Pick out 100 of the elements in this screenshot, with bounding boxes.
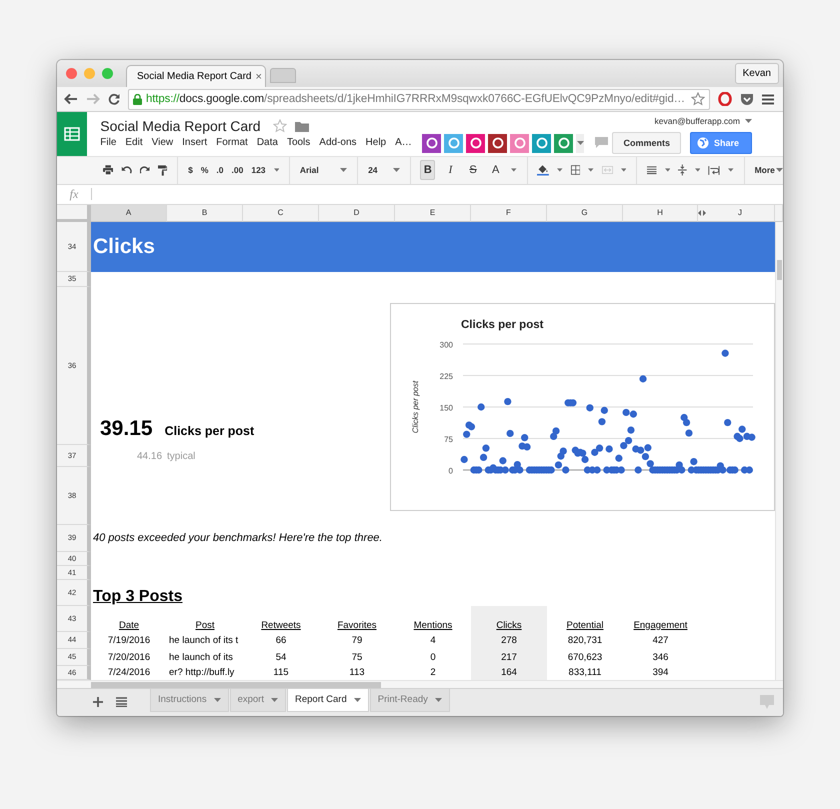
column-header[interactable]: G	[547, 204, 623, 222]
menu-item[interactable]: File	[100, 137, 122, 148]
caret-icon	[620, 168, 626, 172]
number-format-button[interactable]: .0	[216, 165, 224, 176]
caret-icon	[340, 168, 348, 172]
scrollbar-thumb[interactable]	[777, 260, 782, 280]
data-point	[606, 445, 613, 453]
address-field[interactable]: https://docs.google.com/spreadsheets/d/1jkeHmhiIG7RRRxM9sqwxk0766C-EGfUElvQC9PzMnyo/edit#gid…	[128, 88, 710, 110]
folder-icon[interactable]	[294, 120, 309, 132]
tab-close-button[interactable]: ×	[256, 70, 262, 83]
y-tick-label: 300	[440, 340, 453, 350]
number-format-button[interactable]: .00	[232, 165, 244, 176]
add-on-icon[interactable]	[466, 134, 486, 153]
vertical-align-icon[interactable]	[678, 163, 687, 178]
data-point	[506, 430, 514, 438]
menu-item[interactable]: View	[148, 137, 178, 148]
y-tick-label: 75	[444, 434, 453, 444]
merge-cells-icon[interactable]	[602, 165, 613, 176]
table-header-cell-text: Post	[194, 618, 216, 632]
add-on-icon[interactable]	[554, 134, 574, 153]
account-email[interactable]: kevan@bufferapp.com	[654, 116, 752, 126]
data-point	[480, 454, 488, 461]
scroll-arrows-icon[interactable]	[698, 210, 706, 216]
text-wrap-icon[interactable]	[708, 164, 720, 176]
table-cell-text: 820,731	[566, 634, 604, 648]
profile-button[interactable]: Kevan	[734, 63, 779, 84]
column-header[interactable]: F	[471, 204, 547, 222]
tab-title: Social Media Report Card	[137, 71, 252, 82]
table-cell-text: 4	[429, 634, 437, 648]
column-header[interactable]: C	[243, 204, 319, 222]
column-header[interactable]: B	[167, 204, 243, 222]
sheets-logo[interactable]	[57, 112, 88, 156]
caret-icon	[776, 168, 783, 172]
pocket-icon[interactable]	[740, 92, 754, 106]
menu-item[interactable]: Data	[252, 137, 283, 148]
back-icon[interactable]	[64, 93, 78, 106]
data-point	[586, 404, 594, 412]
font-size-dropdown[interactable]: 24	[368, 165, 400, 176]
close-icon[interactable]	[66, 68, 77, 80]
add-sheet-icon[interactable]	[93, 697, 103, 708]
reload-icon[interactable]	[108, 93, 120, 106]
table-cell-text: 670,623	[566, 650, 604, 665]
column-header[interactable]: J	[706, 204, 775, 222]
column-header[interactable]: D	[319, 204, 395, 222]
table-header-cell: Clicks	[471, 606, 547, 632]
star-icon[interactable]	[691, 92, 705, 106]
table-cell-text: 54	[274, 650, 288, 665]
star-icon[interactable]	[272, 119, 287, 134]
comments-button[interactable]: Comments	[612, 132, 681, 154]
add-ons-dropdown[interactable]	[576, 134, 584, 153]
bold-button[interactable]: B	[420, 160, 436, 180]
print-icon[interactable]	[103, 164, 114, 176]
url-text: https://docs.google.com/spreadsheets/d/1jkeHmhiIG7RRRxM9sqwxk0766C-EGfUElvQC9PzMnyo/edit#gid…	[146, 93, 686, 106]
table-cell-text: 394	[652, 666, 670, 680]
strike-button[interactable]: S	[466, 160, 480, 180]
menu-item[interactable]: A…	[391, 137, 417, 148]
scrollbar-thumb[interactable]	[91, 682, 381, 688]
data-point	[724, 418, 732, 426]
sheet-list-icon[interactable]	[116, 697, 127, 708]
number-format-button[interactable]: 123	[251, 165, 266, 176]
table-cell-text: 7/24/2016	[106, 666, 152, 680]
table-cell-text: 113	[348, 666, 366, 680]
add-on-icon[interactable]	[422, 134, 442, 153]
menu-item[interactable]: Add-ons	[315, 137, 362, 148]
data-point	[482, 444, 490, 452]
browser-tab[interactable]: Social Media Report Card ×	[126, 65, 266, 88]
column-header[interactable]: A	[91, 204, 167, 222]
column-header[interactable]: H	[623, 204, 698, 222]
data-point	[504, 398, 512, 406]
menu-item[interactable]: Help	[362, 137, 392, 148]
formula-label: fx	[68, 186, 80, 202]
redo-icon[interactable]	[140, 165, 150, 176]
more-dropdown[interactable]: More	[754, 165, 783, 176]
add-on-icon[interactable]	[532, 134, 552, 153]
menu-item[interactable]: Edit	[121, 137, 148, 148]
menu-item[interactable]: Format	[212, 137, 253, 148]
align-icon[interactable]	[647, 165, 657, 176]
menu-item[interactable]: Tools	[282, 137, 316, 148]
table-cell-text: 66	[274, 634, 288, 648]
paint-format-icon[interactable]	[158, 164, 168, 177]
table-cell-text: 0	[429, 650, 437, 665]
color-button[interactable]: A	[488, 160, 504, 180]
italic-button[interactable]: I	[443, 160, 458, 180]
fill-color-icon[interactable]	[537, 163, 550, 178]
menu-icon[interactable]	[762, 94, 774, 105]
undo-icon[interactable]	[121, 165, 132, 176]
menu-item[interactable]: Insert	[178, 137, 212, 148]
document-title[interactable]: Social Media Report Card	[100, 118, 261, 134]
number-format-button[interactable]: %	[200, 165, 208, 176]
add-on-icon[interactable]	[488, 134, 508, 153]
extension-icon[interactable]	[718, 92, 732, 106]
caret-icon	[557, 168, 563, 172]
table-cell-text: 75	[350, 650, 364, 665]
table-header-cell-text: Engagement	[632, 618, 688, 632]
borders-icon[interactable]	[570, 164, 580, 176]
sheet-tab[interactable]: Report Card	[286, 688, 369, 712]
table-cell-text: he launch of its	[168, 650, 234, 665]
number-format-button[interactable]: $	[188, 165, 193, 176]
column-header[interactable]: E	[395, 204, 471, 222]
font-dropdown[interactable]: Arial	[300, 165, 348, 176]
